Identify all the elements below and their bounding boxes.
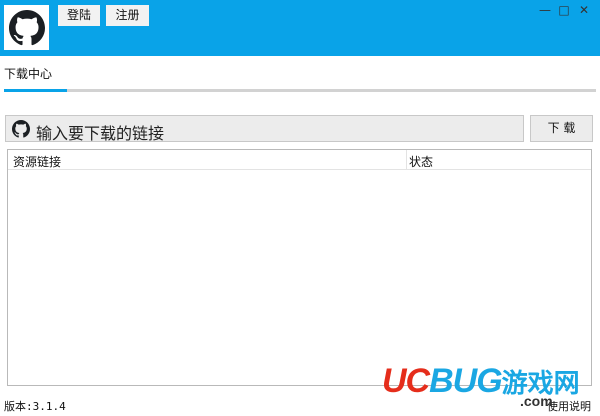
tab-underline (4, 89, 596, 92)
register-button[interactable]: 注册 (106, 5, 149, 26)
avatar[interactable] (4, 5, 49, 50)
table-header: 资源链接 状态 (8, 150, 591, 170)
maximize-icon[interactable]: □ (555, 2, 573, 18)
column-header-resource-link[interactable]: 资源链接 (13, 153, 61, 170)
download-button[interactable]: 下 载 (530, 115, 593, 142)
active-tab-indicator (4, 89, 67, 92)
watermark-uc: UC (382, 362, 430, 400)
login-button[interactable]: 登陆 (58, 5, 100, 26)
url-input-placeholder: 输入要下载的链接 (36, 124, 165, 143)
watermark-com: .com (520, 393, 553, 409)
download-table: 资源链接 状态 (7, 149, 592, 386)
version-label: 版本:3.1.4 (4, 400, 66, 413)
github-icon (12, 120, 30, 138)
close-icon[interactable]: ✕ (575, 2, 593, 18)
watermark-bug: BUG (429, 362, 503, 400)
tab-download-center[interactable]: 下载中心 (4, 65, 52, 82)
title-bar: 登陆 注册 — □ ✕ (0, 0, 600, 56)
minimize-icon[interactable]: — (536, 2, 554, 18)
column-divider[interactable] (406, 150, 407, 169)
url-input[interactable]: 输入要下载的链接 (5, 115, 524, 143)
github-icon (8, 9, 45, 45)
column-header-status[interactable]: 状态 (409, 153, 433, 170)
